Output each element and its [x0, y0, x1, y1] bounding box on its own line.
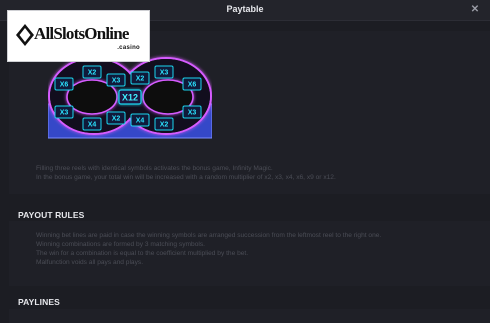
logo-brand: AllSlotsOnline — [34, 24, 129, 43]
center-multiplier-label: X12 — [122, 93, 138, 103]
multiplier-label: X3 — [160, 70, 169, 77]
multiplier-label: X3 — [188, 110, 197, 117]
multiplier-label: X3 — [60, 110, 69, 117]
multiplier-label: X2 — [136, 76, 145, 83]
logo-tld: .casino — [117, 45, 140, 51]
multiplier-label: X6 — [60, 82, 69, 89]
site-logo[interactable]: AllSlotsOnline .casino — [8, 11, 149, 61]
paylines-title: PAYLINES — [18, 297, 60, 307]
infinity-bonus-board: X6 X2 X3 X2 X3 X6 X3 X4 X2 X4 X2 X3 X12 — [48, 57, 212, 139]
multiplier-label: X2 — [88, 70, 97, 77]
payout-rules-title: PAYOUT RULES — [18, 210, 85, 220]
payout-rule-3: The win for a combination is equal to th… — [36, 250, 249, 257]
bonus-description-2: In the bonus game, your total win will b… — [36, 174, 336, 181]
payout-rule-4: Malfunction voids all pays and plays. — [36, 259, 144, 266]
multiplier-label: X2 — [160, 122, 169, 129]
payout-rule-1: Winning bet lines are paid in case the w… — [36, 232, 382, 239]
page-title: Paytable — [226, 4, 264, 14]
paylines-panel — [9, 309, 490, 323]
diamond-suit-icon — [16, 24, 34, 46]
multiplier-label: X6 — [188, 82, 197, 89]
multiplier-label: X4 — [136, 118, 145, 125]
multiplier-label: X2 — [112, 116, 121, 123]
multiplier-label: X4 — [88, 122, 97, 129]
payout-rule-2: Winning combinations are formed by 3 mat… — [36, 241, 205, 248]
close-icon[interactable]: ✕ — [468, 3, 482, 17]
bonus-description-1: Filling three reels with identical symbo… — [36, 165, 273, 172]
multiplier-label: X3 — [112, 78, 121, 85]
